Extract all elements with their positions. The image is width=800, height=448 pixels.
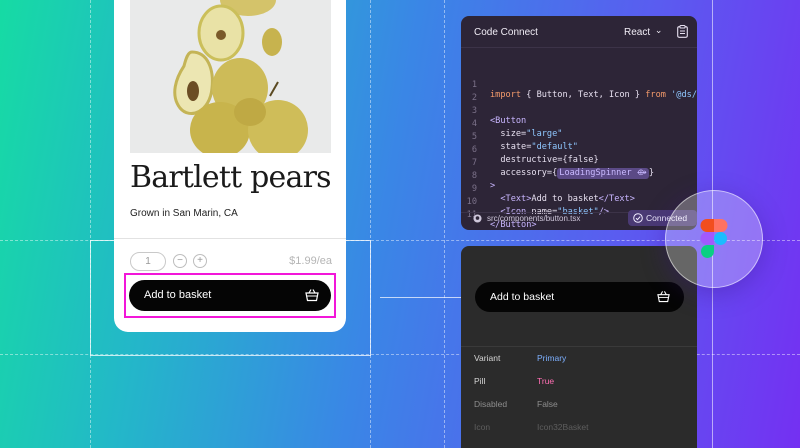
instance-token[interactable]: LoadingSpinner ⟴ (557, 168, 649, 179)
price-label: $1.99/ea (289, 255, 332, 267)
button-label: Add to basket (144, 289, 212, 301)
guide-line (370, 0, 371, 448)
product-image (130, 0, 331, 153)
source-file-link[interactable]: src/components/button.tsx (487, 214, 580, 223)
product-card: Bartlett pears Grown in San Marin, CA 1 … (114, 0, 346, 332)
code-text: size="large" (490, 129, 563, 139)
add-to-basket-button-preview[interactable]: Add to basket (475, 282, 684, 312)
code-text: import { Button, Text, Icon } from '@ds/… (490, 90, 697, 100)
code-text: } (648, 168, 655, 178)
property-name: Pill (474, 376, 486, 386)
property-row: Pill True (461, 370, 697, 393)
code-text: accessory={LoadingSpinner ⟴} (490, 168, 654, 179)
language-label: React (624, 27, 651, 38)
increment-button[interactable]: + (193, 254, 207, 268)
guide-line (90, 0, 91, 448)
code-line: 7 accessory={LoadingSpinner ⟴} (461, 148, 654, 179)
inspect-panel: Add to basket Variant Primary Pill True … (461, 246, 697, 448)
property-list: Variant Primary Pill True Disabled False… (461, 346, 697, 432)
code-text: accessory={ (490, 168, 558, 178)
panel-title: Code Connect (474, 27, 538, 38)
guide-line (444, 0, 445, 448)
code-line: 2 (461, 83, 492, 103)
property-name: Icon (474, 422, 491, 432)
code-line: 8 > (461, 161, 495, 191)
button-label: Add to basket (490, 291, 555, 303)
product-origin: Grown in San Marin, CA (130, 208, 238, 219)
code-text: state="default" (490, 142, 578, 152)
code-line: 3 <Button (461, 96, 526, 126)
code-connect-panel: Code Connect React ⌄ 1 import { Button, … (461, 16, 697, 230)
code-line: 4 size="large" (461, 109, 563, 139)
divider (114, 238, 346, 239)
code-line: 1 import { Button, Text, Icon } from '@d… (461, 70, 697, 100)
decrement-button[interactable]: − (173, 254, 187, 268)
chevron-down-icon: ⌄ (654, 25, 663, 35)
property-row: Icon Icon32Basket (461, 416, 697, 439)
language-dropdown[interactable]: React ⌄ (624, 25, 663, 38)
quantity-input[interactable]: 1 (130, 252, 166, 271)
basket-icon (305, 289, 319, 302)
panel-header: Code Connect React ⌄ (461, 16, 697, 48)
code-line: 5 state="default" (461, 122, 578, 152)
code-text: <Button (490, 116, 527, 126)
property-value: True (537, 376, 555, 386)
figma-badge (665, 190, 763, 288)
panel-footer: src/components/button.tsx Connected (461, 210, 697, 230)
connector-line (380, 297, 461, 298)
basket-icon (657, 291, 670, 303)
code-text: <Text>Add to basket</Text> (500, 194, 635, 204)
code-text: destructive={false} (490, 155, 599, 165)
property-value: Icon32Basket (537, 422, 589, 432)
figma-logo-icon (700, 219, 728, 258)
property-name: Disabled (474, 399, 508, 409)
add-to-basket-button[interactable]: Add to basket (129, 280, 331, 311)
property-row: Variant Primary (461, 347, 697, 370)
code-line: 6 destructive={false} (461, 135, 599, 165)
clipboard-icon[interactable] (677, 25, 688, 38)
property-value: Primary (537, 353, 567, 363)
check-circle-icon (633, 213, 643, 223)
product-title: Bartlett pears (130, 160, 332, 195)
github-icon (473, 214, 482, 223)
property-name: Variant (474, 353, 501, 363)
code-line: 10 <Icon name="basket"/> (461, 187, 609, 217)
property-value: False (537, 399, 558, 409)
property-row: Disabled False (461, 393, 697, 416)
code-line: 9 <Text>Add to basket</Text> (461, 174, 635, 204)
